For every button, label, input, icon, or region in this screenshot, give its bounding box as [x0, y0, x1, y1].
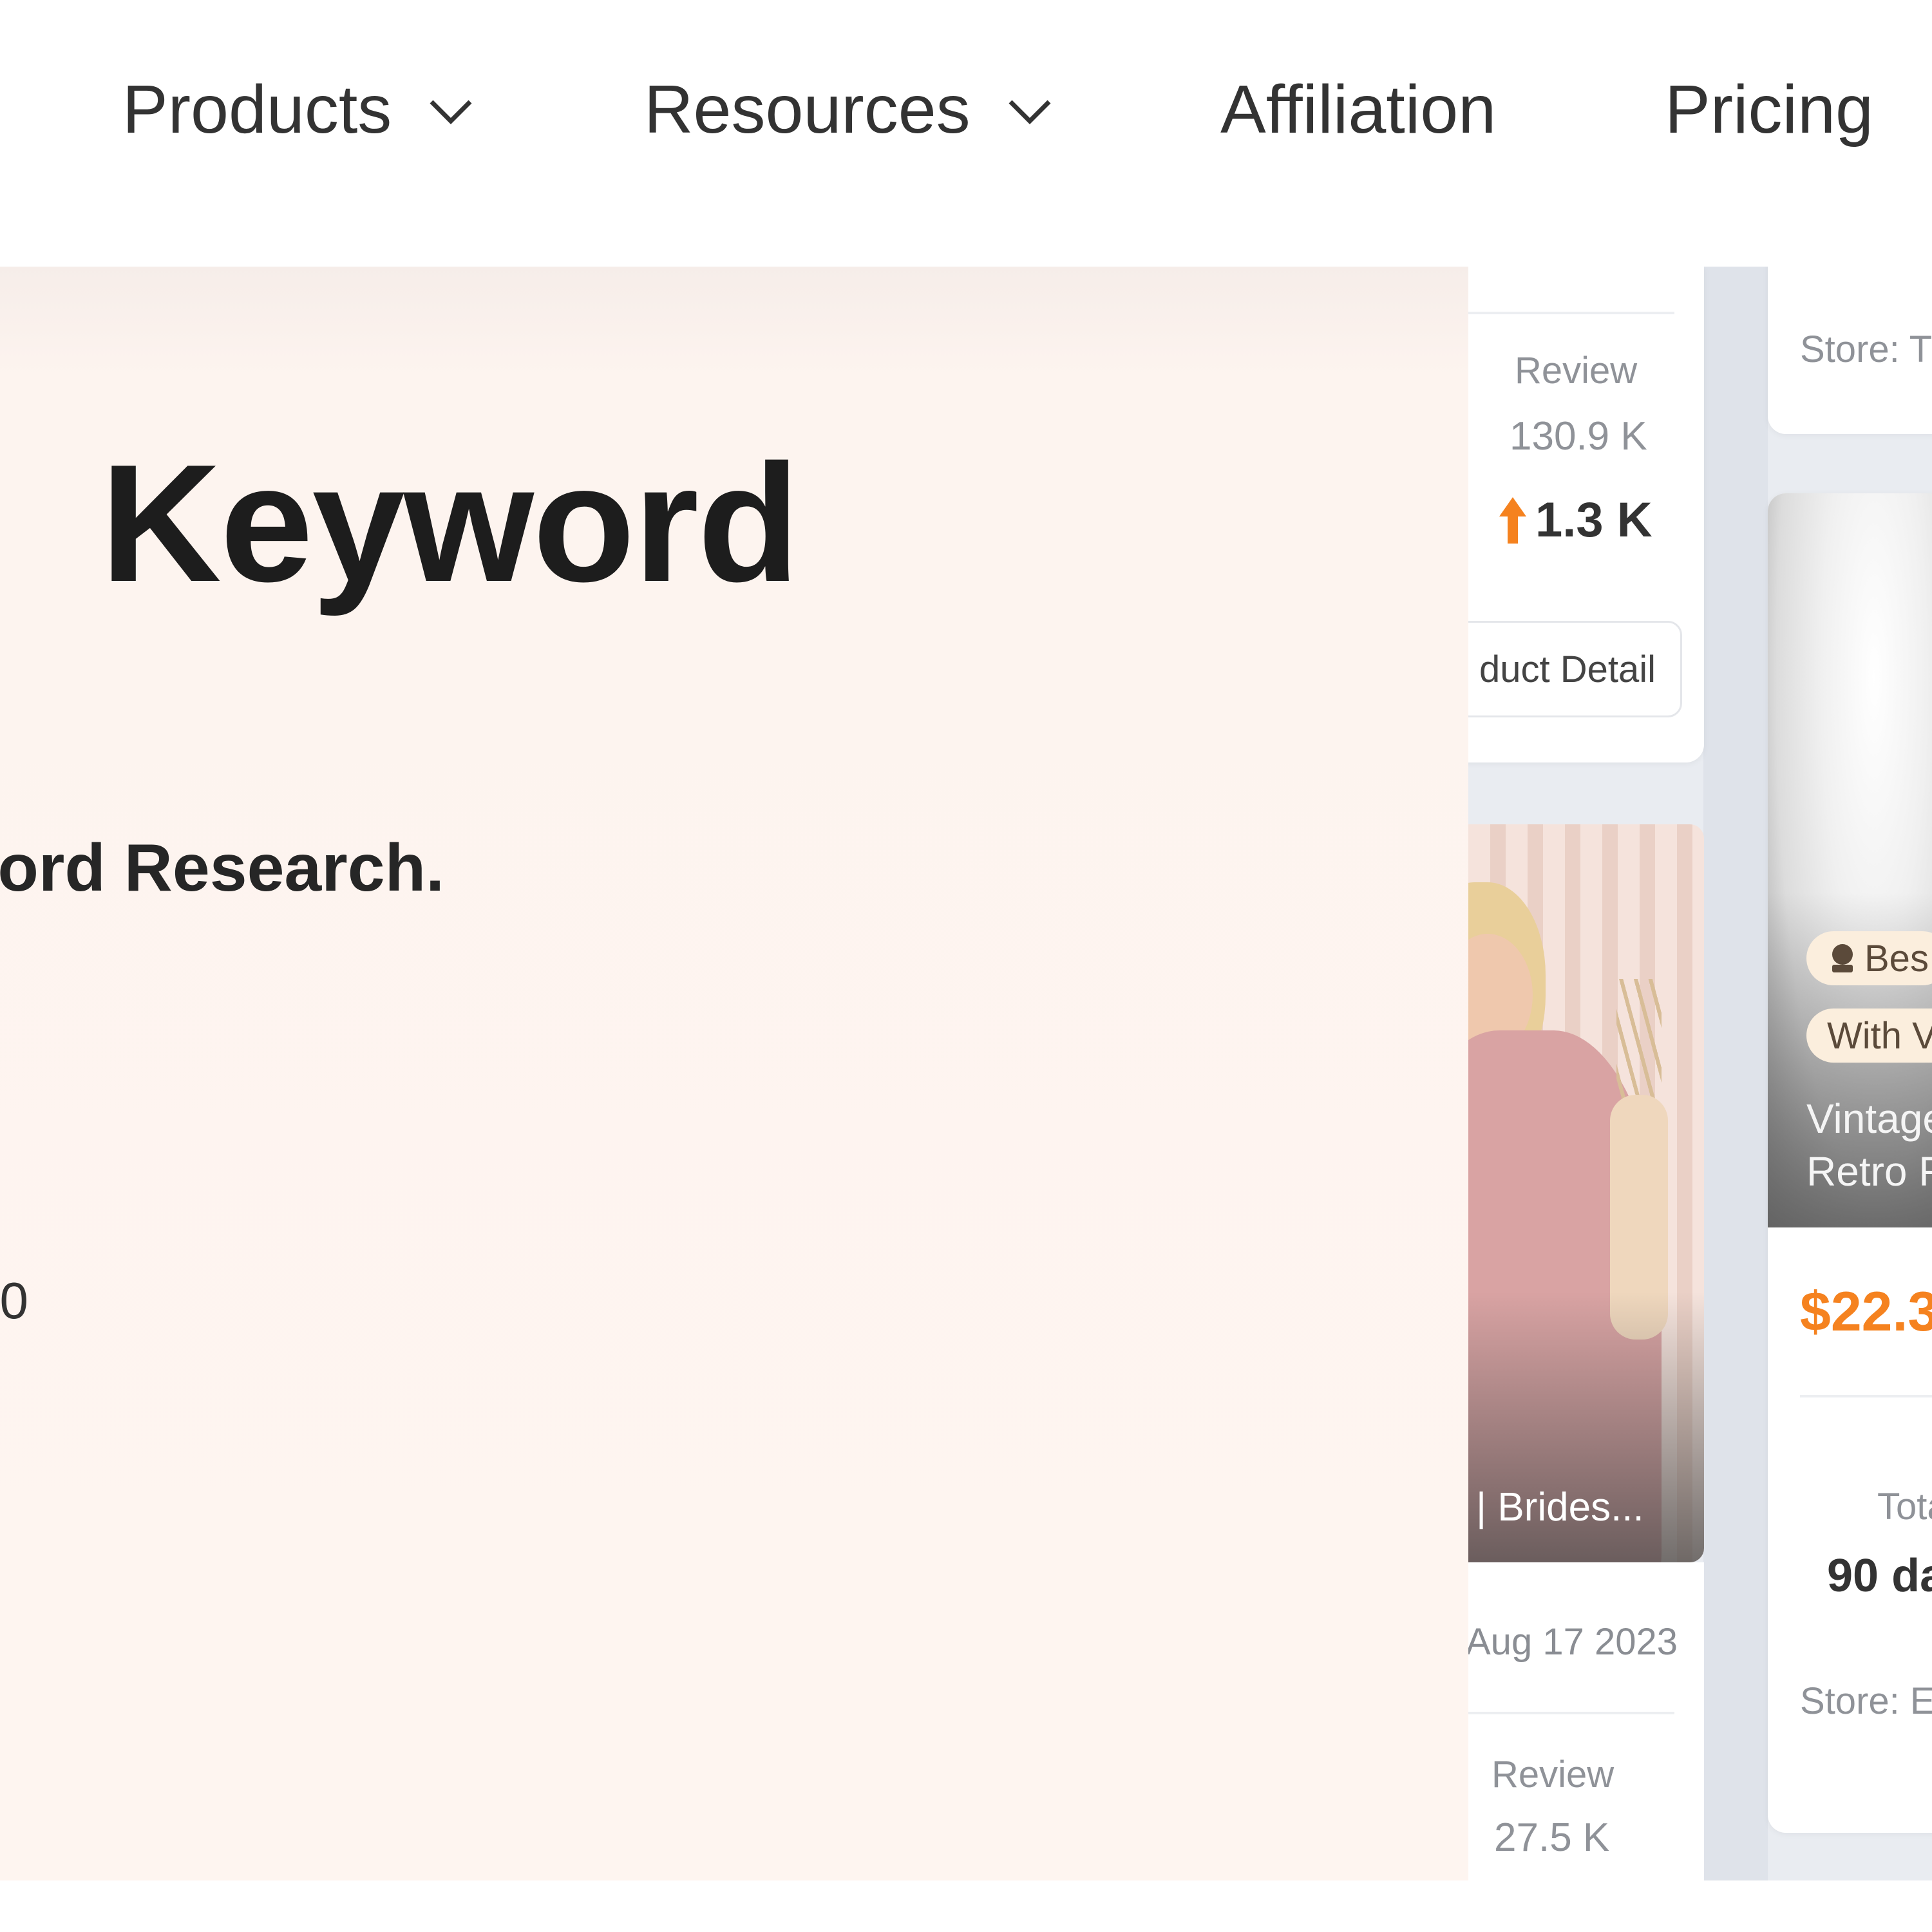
product-title: | Brides... [1476, 1485, 1644, 1530]
product-image[interactable]: | Brides... [1468, 824, 1704, 1562]
total-label: Tota [1877, 1486, 1932, 1528]
product-price: $22.3 [1800, 1281, 1932, 1343]
nav-resources[interactable]: Resources [644, 71, 1056, 148]
with-video-badge: With V [1806, 1009, 1932, 1063]
product-showcase: Review 130.9 K 1.3 K duct Detail | Bride… [1468, 267, 1932, 1880]
nav-pricing-label: Pricing [1665, 71, 1874, 147]
hero-title: Keyword [100, 430, 800, 617]
product-detail-button[interactable]: duct Detail [1468, 621, 1682, 717]
nav-affiliation[interactable]: Affiliation [1220, 71, 1496, 148]
nav-affiliation-label: Affiliation [1220, 71, 1497, 147]
hero-panel: Keyword ord Research. 0 [0, 267, 1468, 1880]
store-name: Store: T [1800, 328, 1932, 370]
divider [1468, 1712, 1674, 1714]
review-growth: 1.3 K [1497, 492, 1653, 548]
growth-value: 1.3 K [1535, 493, 1653, 547]
hero-text-fragment: 0 [0, 1272, 28, 1329]
product-card: Bes With V Vintage Retro F $22.3 Tota 90… [1768, 493, 1932, 1833]
column-gap [1703, 267, 1768, 1880]
nav-products[interactable]: Products [122, 71, 477, 148]
review-value: 130.9 K [1510, 414, 1647, 459]
top-nav: Products Resources Affiliation Pricing [0, 0, 1932, 267]
review-label: Review [1515, 350, 1638, 392]
best-seller-badge: Bes [1806, 931, 1932, 985]
chevron-down-icon [430, 100, 472, 124]
hero-subtitle: ord Research. [0, 831, 444, 905]
product-title-line1: Vintage [1806, 1095, 1932, 1142]
period-value: 90 da [1827, 1550, 1932, 1602]
product-card: Review 130.9 K 1.3 K duct Detail [1468, 267, 1704, 762]
product-date: Aug 17 2023 [1468, 1621, 1678, 1663]
badge-label: Bes [1864, 937, 1929, 980]
product-image[interactable]: Bes With V Vintage Retro F [1768, 493, 1932, 1227]
nav-resources-label: Resources [644, 71, 971, 147]
product-title-line2: Retro F [1806, 1148, 1932, 1195]
store-name: Store: E [1800, 1680, 1932, 1722]
nav-pricing[interactable]: Pricing [1665, 71, 1873, 148]
review-label: Review [1492, 1754, 1615, 1795]
medal-icon [1832, 944, 1853, 972]
product-card: Store: T [1768, 267, 1932, 434]
page: Products Resources Affiliation Pricing K… [0, 0, 1932, 1932]
arrow-up-icon [1499, 497, 1526, 544]
badge-label: With V [1827, 1014, 1932, 1057]
chevron-down-icon [1009, 100, 1051, 124]
nav-products-label: Products [122, 71, 392, 147]
review-value: 27.5 K [1494, 1815, 1610, 1860]
divider [1468, 312, 1674, 314]
divider [1800, 1395, 1932, 1397]
product-card-body: Aug 17 2023 Review 27.5 K [1468, 1562, 1704, 1880]
